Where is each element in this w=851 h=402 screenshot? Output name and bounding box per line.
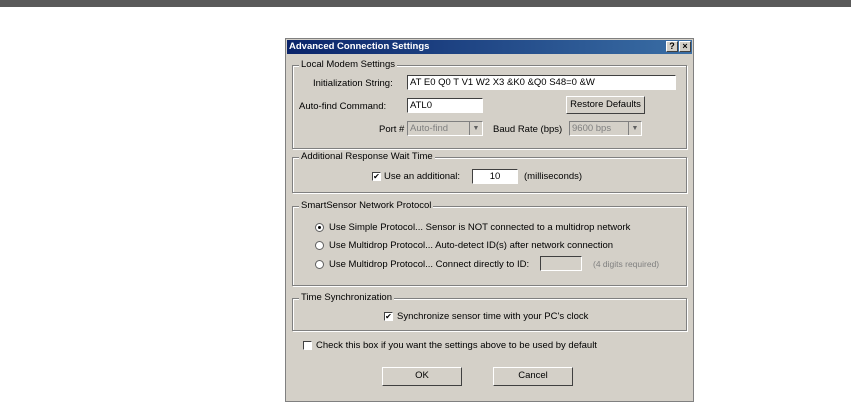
help-button[interactable]: ? (666, 41, 678, 52)
multidrop-autodetect-label: Use Multidrop Protocol... Auto-detect ID… (329, 240, 614, 251)
help-icon: ? (669, 41, 675, 51)
use-by-default-checkbox[interactable] (303, 341, 312, 350)
close-icon: × (682, 41, 688, 51)
time-sync-checkbox[interactable]: ✔ (384, 312, 393, 321)
network-protocol-group: SmartSensor Network Protocol Use Simple … (292, 200, 687, 286)
check-icon: ✔ (373, 172, 380, 181)
time-sync-group: Time Synchronization ✔ Synchronize senso… (292, 292, 687, 331)
time-sync-label: Synchronize sensor time with your PC's c… (397, 311, 589, 322)
check-icon: ✔ (385, 312, 392, 321)
page-top-rule (0, 0, 851, 7)
chevron-down-icon: ▼ (628, 122, 641, 135)
advanced-connection-settings-dialog: Advanced Connection Settings ? × Local M… (285, 38, 694, 402)
dialog-titlebar: Advanced Connection Settings ? × (287, 40, 692, 54)
port-select-value: Auto-find (410, 123, 449, 134)
close-button[interactable]: × (679, 41, 691, 52)
port-select[interactable]: Auto-find ▼ (407, 121, 483, 136)
init-string-label: Initialization String: (313, 78, 393, 89)
cancel-button[interactable]: Cancel (493, 367, 573, 386)
wait-time-group: Additional Response Wait Time ✔ Use an a… (292, 151, 687, 193)
simple-protocol-label: Use Simple Protocol... Sensor is NOT con… (329, 222, 631, 233)
port-label: Port # (379, 124, 405, 135)
autofind-command-input[interactable]: ATL0 (407, 98, 483, 113)
direct-id-hint: (4 digits required) (593, 259, 660, 269)
baud-rate-select-value: 9600 bps (572, 123, 612, 134)
wait-time-unit: (milliseconds) (524, 171, 583, 182)
direct-id-input[interactable] (540, 256, 582, 271)
simple-protocol-radio[interactable] (315, 223, 324, 232)
restore-defaults-button[interactable]: Restore Defaults (566, 96, 645, 114)
wait-time-checkbox-label: Use an additional: (384, 171, 461, 182)
autofind-command-label: Auto-find Command: (299, 101, 387, 112)
network-protocol-legend: SmartSensor Network Protocol (299, 200, 434, 211)
wait-time-input[interactable]: 10 (472, 169, 518, 184)
wait-time-legend: Additional Response Wait Time (299, 151, 435, 162)
chevron-down-icon: ▼ (469, 122, 482, 135)
use-by-default-label: Check this box if you want the settings … (316, 340, 597, 351)
multidrop-autodetect-radio[interactable] (315, 241, 324, 250)
local-modem-settings-group: Local Modem Settings Initialization Stri… (292, 59, 687, 149)
local-modem-settings-legend: Local Modem Settings (299, 59, 397, 70)
time-sync-legend: Time Synchronization (299, 292, 394, 303)
baud-rate-label: Baud Rate (bps) (493, 124, 563, 135)
baud-rate-select[interactable]: 9600 bps ▼ (569, 121, 642, 136)
multidrop-direct-radio[interactable] (315, 260, 324, 269)
init-string-input[interactable]: AT E0 Q0 T V1 W2 X3 &K0 &Q0 S48=0 &W (407, 75, 676, 90)
multidrop-direct-label: Use Multidrop Protocol... Connect direct… (329, 259, 530, 270)
dialog-title: Advanced Connection Settings (289, 41, 430, 52)
wait-time-checkbox[interactable]: ✔ (372, 172, 381, 181)
ok-button[interactable]: OK (382, 367, 462, 386)
